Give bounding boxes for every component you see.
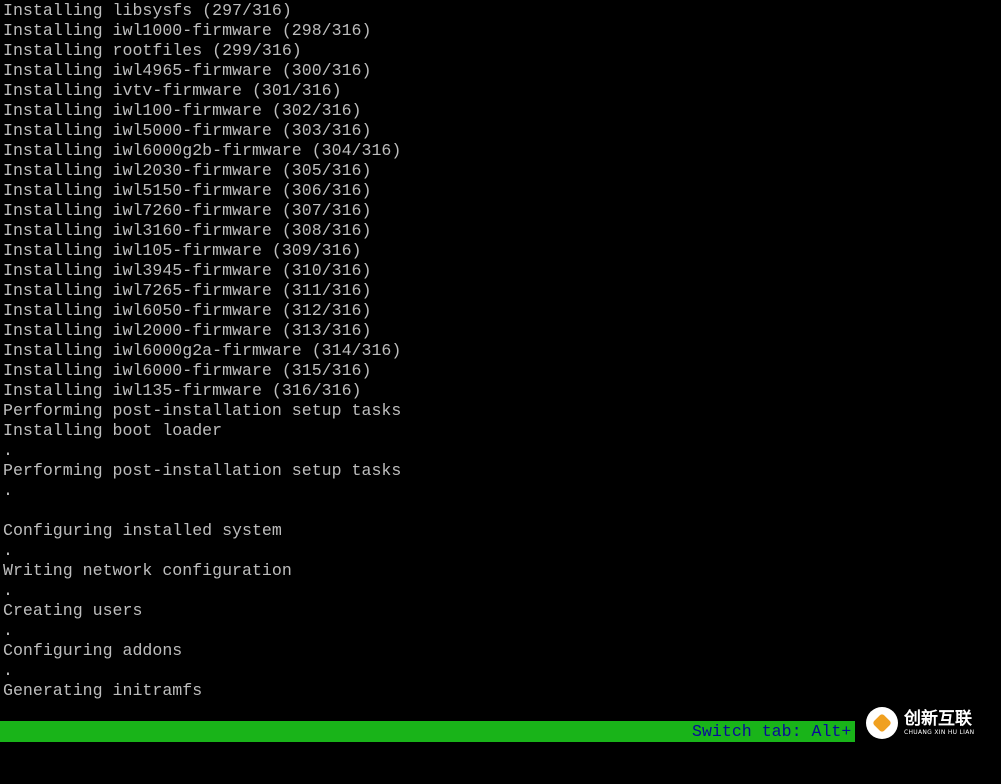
terminal-line: Installing iwl7265-firmware (311/316) — [3, 281, 372, 300]
terminal-line: . — [3, 661, 13, 680]
logo-icon — [866, 707, 898, 739]
terminal-line: Installing iwl105-firmware (309/316) — [3, 241, 362, 260]
watermark-logo: 创新互联 CHUANG XIN HU LIAN — [866, 704, 996, 742]
terminal-line: Installing iwl2030-firmware (305/316) — [3, 161, 372, 180]
terminal-line: Installing iwl5000-firmware (303/316) — [3, 121, 372, 140]
terminal-line: Installing iwl100-firmware (302/316) — [3, 101, 362, 120]
terminal-line: Installing ivtv-firmware (301/316) — [3, 81, 342, 100]
terminal-line: . — [3, 441, 13, 460]
tmux-status-bar: [anaconda] 1:main* 2:shell 3:log 4:stora… — [0, 721, 855, 762]
terminal-line: Creating users — [3, 601, 143, 620]
terminal-line: Installing iwl4965-firmware (300/316) — [3, 61, 372, 80]
terminal-line: . — [3, 621, 13, 640]
terminal-line: Installing boot loader — [3, 421, 223, 440]
terminal-line: Installing iwl3945-firmware (310/316) — [3, 261, 372, 280]
logo-name-en: CHUANG XIN HU LIAN — [904, 729, 975, 736]
terminal-line: . — [3, 581, 13, 600]
terminal-line: Performing post-installation setup tasks — [3, 401, 402, 420]
terminal-line: Installing iwl6000g2a-firmware (314/316) — [3, 341, 402, 360]
tab-list[interactable]: [anaconda] 1:main* 2:shell 3:log 4:stora… — [20, 743, 647, 762]
switch-tab-hint: Switch tab: Alt+ — [692, 722, 852, 741]
terminal-line: Generating initramfs — [3, 681, 203, 700]
terminal-line: Installing iwl6000-firmware (315/316) — [3, 361, 372, 380]
terminal-line: . — [3, 541, 13, 560]
logo-name-cn: 创新互联 — [904, 709, 972, 729]
terminal-line: . — [3, 481, 13, 500]
terminal-line: Configuring addons — [3, 641, 183, 660]
terminal-line: Installing iwl6000g2b-firmware (304/316) — [3, 141, 402, 160]
terminal-line: Installing rootfiles (299/316) — [3, 41, 302, 60]
terminal-output: Installing libsysfs (297/316) Installing … — [3, 1, 401, 701]
terminal-line: Installing iwl6050-firmware (312/316) — [3, 301, 372, 320]
terminal-line: Installing libsysfs (297/316) — [3, 1, 292, 20]
terminal-line: Writing network configuration — [3, 561, 292, 580]
terminal-line: Installing iwl3160-firmware (308/316) — [3, 221, 372, 240]
terminal-line: Installing iwl5150-firmware (306/316) — [3, 181, 372, 200]
terminal-line: Installing iwl7260-firmware (307/316) — [3, 201, 372, 220]
terminal-line: Installing iwl1000-firmware (298/316) — [3, 21, 372, 40]
terminal-line: Configuring installed system — [3, 521, 282, 540]
terminal-line: Installing iwl2000-firmware (313/316) — [3, 321, 372, 340]
terminal-line: Performing post-installation setup tasks — [3, 461, 402, 480]
terminal-line: Installing iwl135-firmware (316/316) — [3, 381, 362, 400]
